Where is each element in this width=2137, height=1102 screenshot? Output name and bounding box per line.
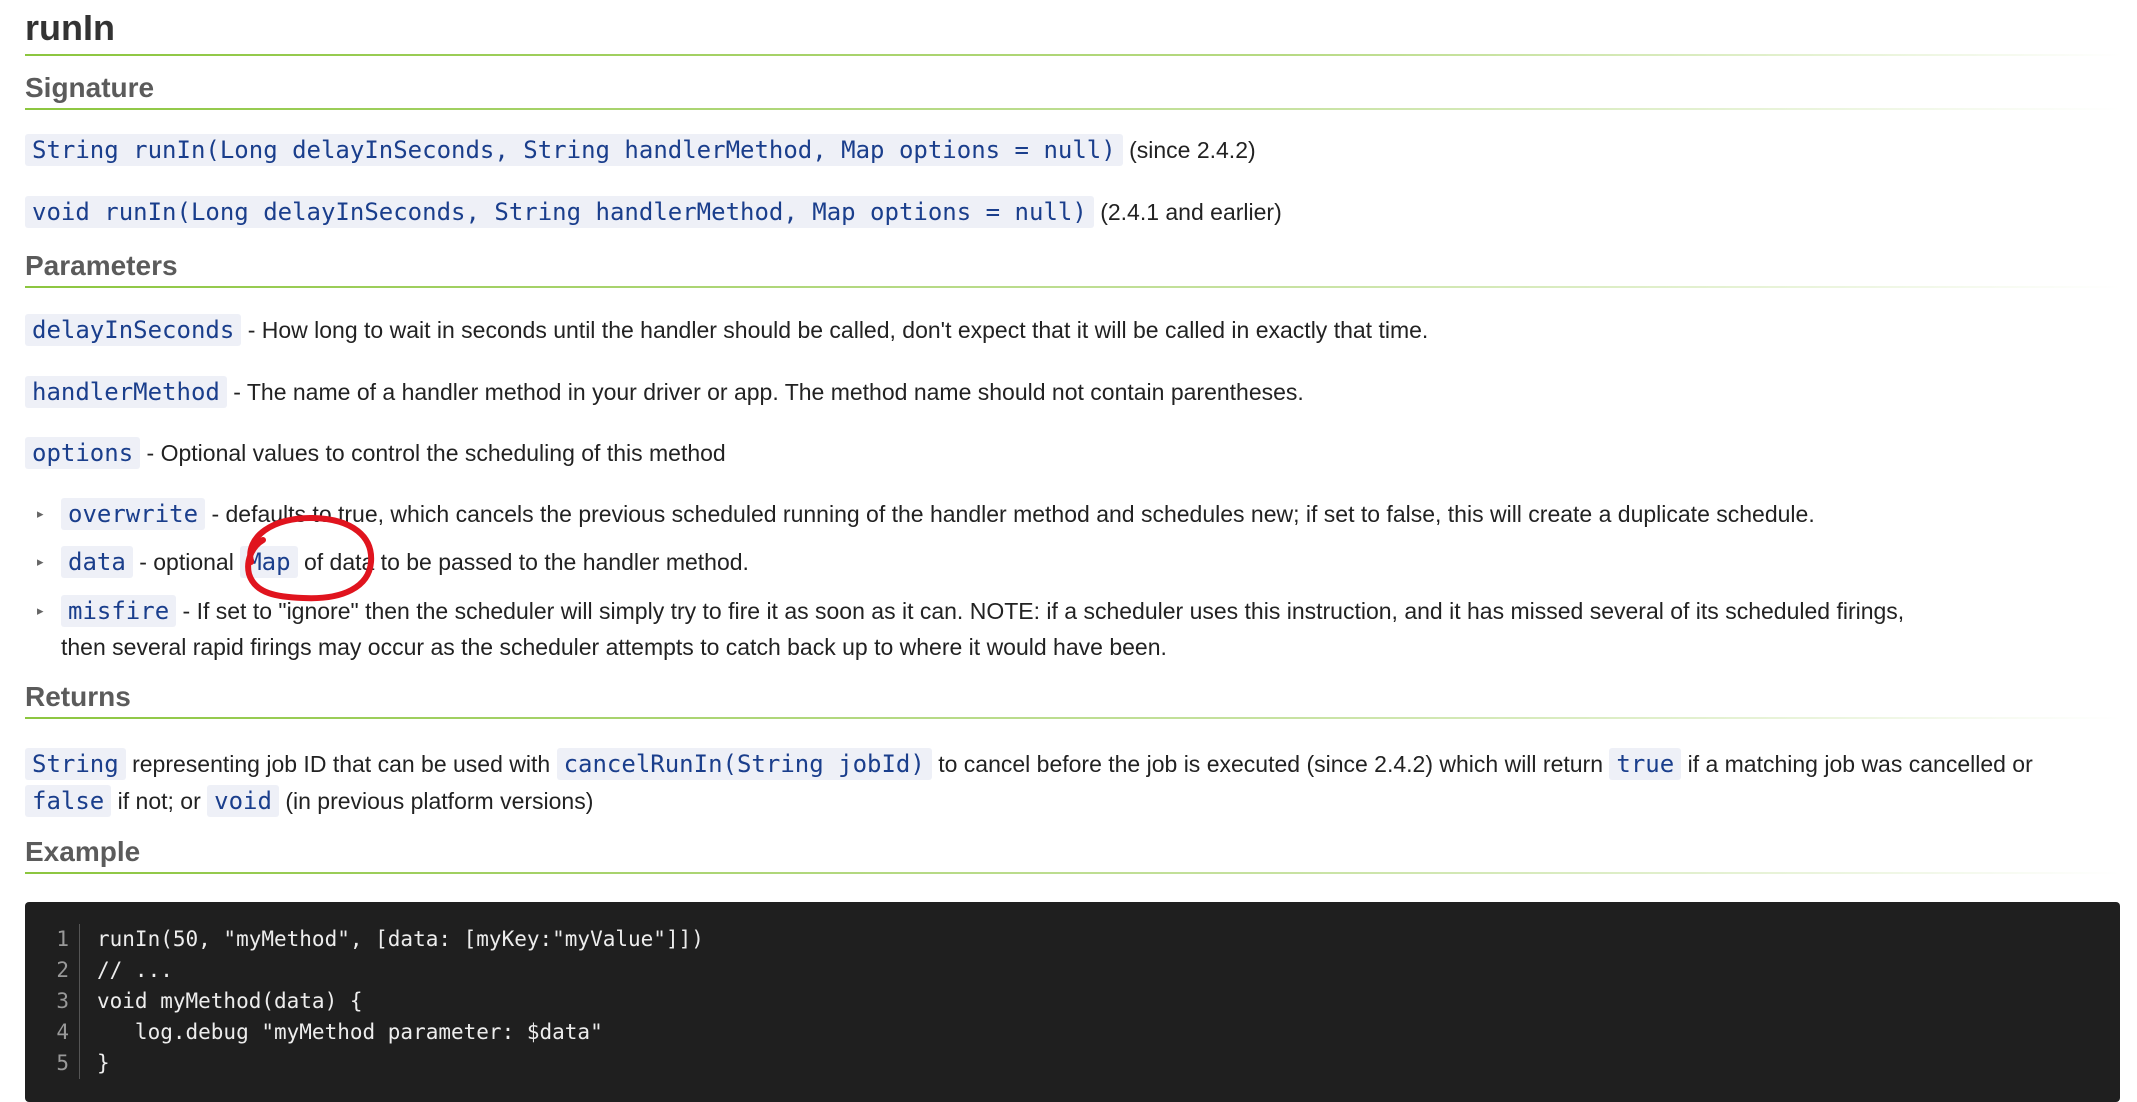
signature-note: (2.4.1 and earlier) bbox=[1100, 199, 1282, 225]
option-item-overwrite: ▸ overwrite - defaults to true, which ca… bbox=[25, 496, 2105, 544]
code-line: // ... bbox=[97, 958, 173, 982]
section-heading-example: Example bbox=[25, 834, 2120, 874]
returns-text-part: representing job ID that can be used wit… bbox=[132, 751, 551, 777]
line-number-gutter: 1 2 3 4 5 bbox=[25, 924, 80, 1079]
param-desc: - The name of a handler method in your d… bbox=[233, 379, 1304, 405]
bullet-triangle-icon: ▸ bbox=[37, 554, 44, 569]
option-desc: of data to be passed to the handler meth… bbox=[303, 549, 749, 575]
option-item-misfire: ▸ misfire - If set to "ignore" then the … bbox=[25, 593, 2105, 665]
code-line: void myMethod(data) { bbox=[97, 989, 363, 1013]
bullet-triangle-icon: ▸ bbox=[37, 603, 44, 618]
line-number: 1 bbox=[56, 927, 69, 951]
returns-code: void bbox=[207, 785, 279, 817]
returns-text-part: if not; or bbox=[117, 788, 201, 814]
param-row: delayInSeconds - How long to wait in sec… bbox=[25, 313, 1428, 347]
option-name: data bbox=[61, 546, 133, 578]
section-heading-returns: Returns bbox=[25, 679, 2120, 719]
param-name: delayInSeconds bbox=[25, 314, 242, 346]
example-code-block: 1 2 3 4 5 runIn(50, "myMethod", [data: [… bbox=[25, 902, 2120, 1102]
options-list: ▸ overwrite - defaults to true, which ca… bbox=[25, 496, 2105, 665]
line-number: 5 bbox=[56, 1051, 69, 1075]
param-row: options - Optional values to control the… bbox=[25, 436, 726, 470]
code-line: } bbox=[97, 1051, 110, 1075]
option-name: overwrite bbox=[61, 498, 206, 530]
param-row: handlerMethod - The name of a handler me… bbox=[25, 375, 1304, 409]
returns-code: cancelRunIn(String jobId) bbox=[556, 748, 932, 780]
code-line: runIn(50, "myMethod", [data: [myKey:"myV… bbox=[97, 927, 704, 951]
signature-code: String runIn(Long delayInSeconds, String… bbox=[25, 134, 1123, 166]
signature-line-2: void runIn(Long delayInSeconds, String h… bbox=[25, 195, 1282, 229]
param-desc: - How long to wait in seconds until the … bbox=[247, 317, 1429, 343]
document: runIn Signature String runIn(Long delayI… bbox=[25, 0, 2120, 1102]
page-title: runIn bbox=[25, 0, 2120, 56]
line-number: 2 bbox=[56, 958, 69, 982]
signature-note: (since 2.4.2) bbox=[1129, 137, 1256, 163]
option-desc: - optional bbox=[139, 549, 234, 575]
returns-code: true bbox=[1609, 748, 1682, 780]
bullet-triangle-icon: ▸ bbox=[37, 506, 44, 521]
signature-line-1: String runIn(Long delayInSeconds, String… bbox=[25, 133, 1256, 167]
returns-text-part: if a matching job was cancelled or bbox=[1687, 751, 2033, 777]
signature-code: void runIn(Long delayInSeconds, String h… bbox=[25, 196, 1094, 228]
param-name: options bbox=[25, 437, 141, 469]
returns-text-part: (in previous platform versions) bbox=[285, 788, 594, 814]
returns-text: String representing job ID that can be u… bbox=[25, 746, 2125, 820]
option-desc-continued: then several rapid firings may occur as … bbox=[61, 634, 1167, 660]
option-type-code: Map bbox=[240, 546, 298, 578]
returns-text-part: to cancel before the job is executed (si… bbox=[938, 751, 1603, 777]
option-name: misfire bbox=[61, 595, 177, 627]
option-item-data: ▸ data - optional Map of data to be pass… bbox=[25, 544, 2105, 593]
option-desc: - defaults to true, which cancels the pr… bbox=[211, 501, 1815, 527]
section-heading-signature: Signature bbox=[25, 70, 2120, 110]
line-number: 3 bbox=[56, 989, 69, 1013]
returns-code: String bbox=[25, 748, 126, 780]
line-number: 4 bbox=[56, 1020, 69, 1044]
code-lines: runIn(50, "myMethod", [data: [myKey:"myV… bbox=[97, 924, 704, 1079]
param-name: handlerMethod bbox=[25, 376, 227, 408]
option-desc: - If set to "ignore" then the scheduler … bbox=[182, 598, 1905, 624]
returns-code: false bbox=[25, 785, 112, 817]
param-desc: - Optional values to control the schedul… bbox=[146, 440, 726, 466]
code-line: log.debug "myMethod parameter: $data" bbox=[97, 1020, 603, 1044]
section-heading-parameters: Parameters bbox=[25, 248, 2120, 288]
